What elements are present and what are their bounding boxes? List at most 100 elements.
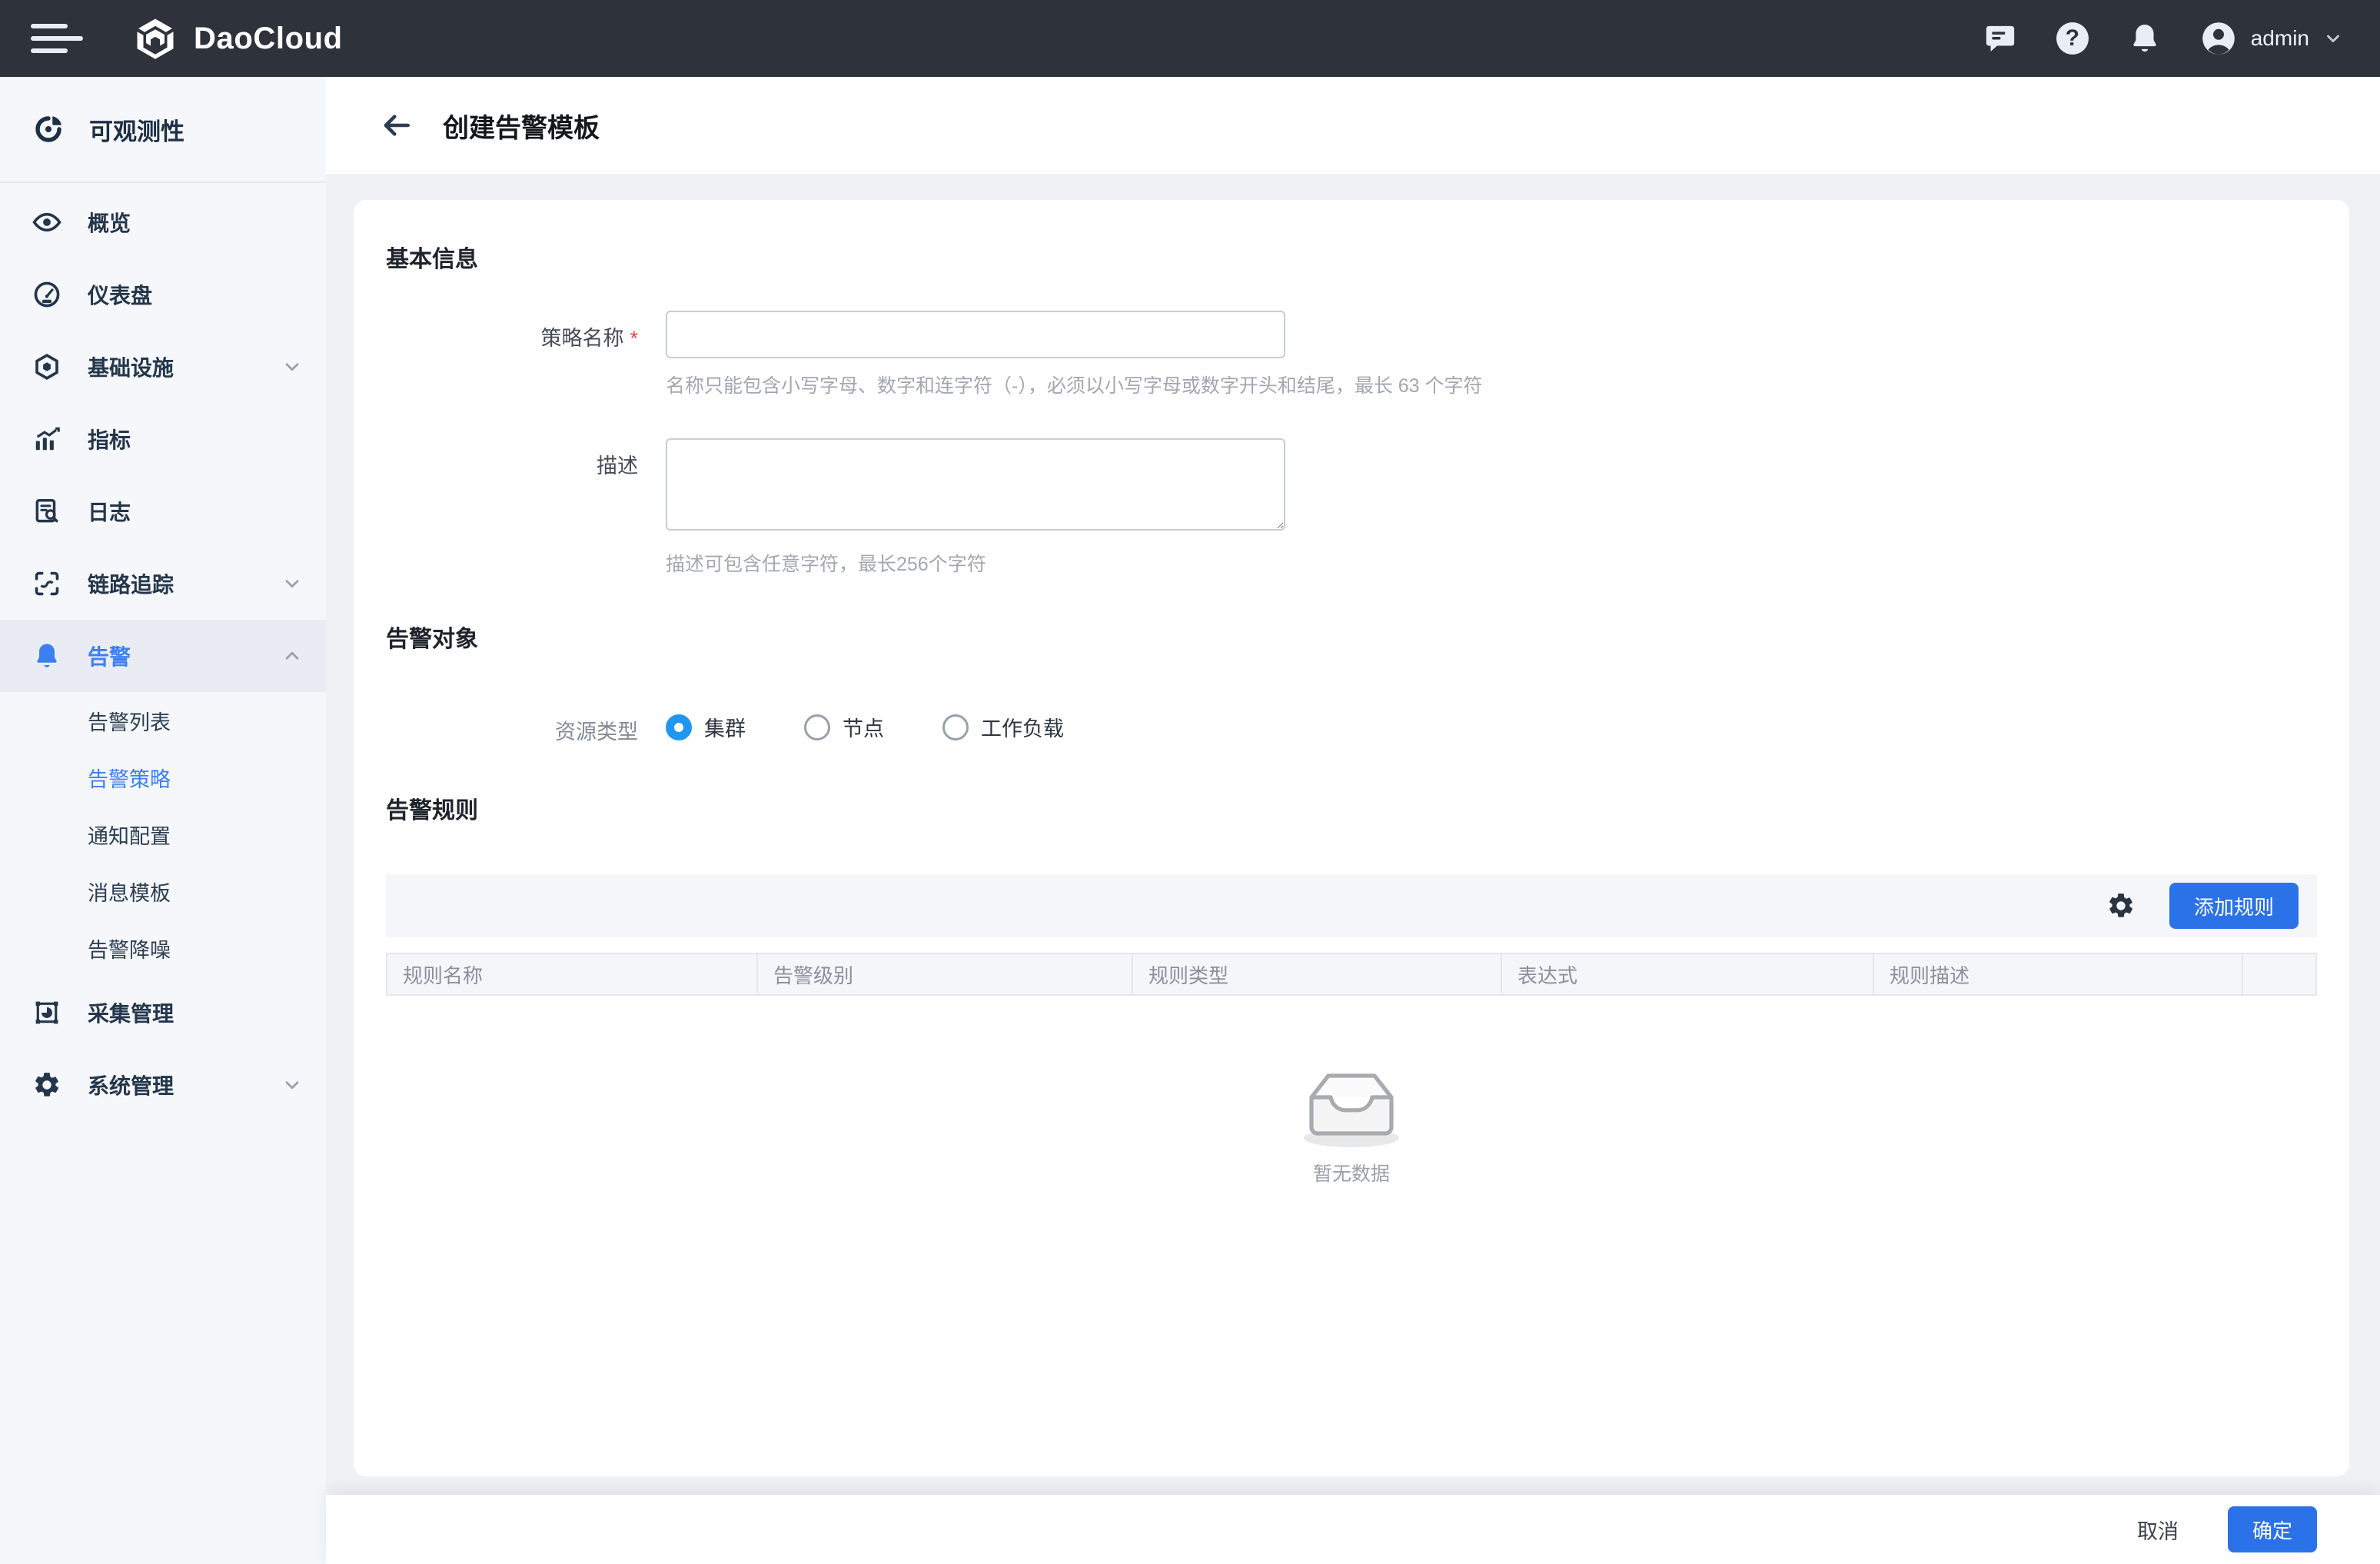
sidebar-subitem-label: 告警策略 [88,763,171,793]
daocloud-cube-icon [132,15,178,62]
sidebar: 可观测性 概览 仪表盘 [0,77,326,1564]
top-bar: DaoCloud ? [0,0,2380,77]
eye-icon [32,208,61,237]
help-icon[interactable]: ? [2056,22,2089,55]
sidebar-subitem-message-template[interactable]: 消息模板 [0,863,326,920]
sidebar-item-label: 采集管理 [88,997,174,1028]
sidebar-item-label: 指标 [88,424,131,454]
description-hint: 描述可包含任意字符，最长256个字符 [666,549,1285,577]
sidebar-subitem-label: 告警列表 [88,706,171,736]
policy-name-hint: 名称只能包含小写字母、数字和连字符（-），必须以小写字母或数字开头和结尾，最长 … [666,371,1483,398]
sidebar-item-logs[interactable]: 日志 [0,475,326,547]
sidebar-item-dashboard[interactable]: 仪表盘 [0,258,326,331]
sidebar-item-label: 基础设施 [88,351,174,382]
sidebar-subitem-alert-list[interactable]: 告警列表 [0,692,326,749]
gauge-icon [32,280,61,309]
product-title: 可观测性 [89,112,184,147]
resource-type-row: 资源类型 集群 节点 工作 [386,701,2317,745]
footer-action-bar: 取消 确定 [326,1495,2380,1564]
hamburger-menu-icon[interactable] [31,16,83,60]
sidebar-subitem-label: 告警降噪 [88,933,171,963]
policy-name-label: 策略名称* [386,311,638,351]
sidebar-subitem-label: 消息模板 [88,877,171,907]
rules-table-header: 规则名称 告警级别 规则类型 表达式 规则描述 [386,953,2317,996]
radio-unselected-icon [804,714,830,740]
user-menu[interactable]: admin [2200,20,2343,57]
sidebar-subitem-notification-config[interactable]: 通知配置 [0,806,326,863]
description-label: 描述 [386,438,638,479]
radio-option-node[interactable]: 节点 [804,712,884,742]
log-search-icon [32,497,61,526]
page-title: 创建告警模板 [443,107,600,145]
user-name: admin [2251,26,2309,51]
column-header-rule-name: 规则名称 [387,954,758,994]
page-header: 创建告警模板 [326,77,2380,174]
sidebar-item-tracing[interactable]: 链路追踪 [0,547,326,620]
hexagon-icon [32,352,61,381]
notification-bell-icon[interactable] [2128,22,2162,55]
bar-chart-icon [32,424,61,454]
brand-name: DaoCloud [194,22,343,56]
column-header-expression: 表达式 [1502,954,1874,994]
sidebar-item-overview[interactable]: 概览 [0,186,326,258]
resource-type-label: 资源类型 [386,701,638,745]
chevron-down-icon [281,573,303,594]
avatar [2200,20,2237,57]
sidebar-item-system[interactable]: 系统管理 [0,1049,326,1121]
column-header-alert-level: 告警级别 [758,954,1133,994]
sidebar-item-label: 系统管理 [88,1070,174,1100]
empty-inbox-icon [1291,1063,1411,1150]
sidebar-item-label: 链路追踪 [88,568,174,599]
required-asterisk: * [630,327,638,350]
empty-state-text: 暂无数据 [1313,1159,1390,1186]
back-arrow-button[interactable] [380,108,414,142]
form-card: 基本信息 策略名称* 名称只能包含小写字母、数字和连字符（-），必须以小写字母或… [354,200,2349,1476]
sidebar-item-metrics[interactable]: 指标 [0,403,326,475]
chevron-down-icon [281,356,303,378]
cancel-button[interactable]: 取消 [2134,1509,2182,1551]
column-header-actions [2243,954,2315,994]
sidebar-item-label: 仪表盘 [88,279,152,310]
description-textarea[interactable] [666,438,1285,531]
sidebar-product-header[interactable]: 可观测性 [0,77,326,181]
app-window: DaoCloud ? [0,0,2380,1564]
radio-unselected-icon [942,714,969,740]
chevron-up-icon [281,645,303,667]
brand-logo[interactable]: DaoCloud [132,15,343,62]
radio-selected-icon [666,714,692,740]
radio-option-cluster[interactable]: 集群 [666,712,746,742]
message-icon[interactable] [1983,22,2017,55]
chevron-down-icon [2323,28,2343,48]
rules-table: 添加规则 规则名称 告警级别 规则类型 表达式 规则描述 [386,874,2317,1186]
sidebar-item-alerts[interactable]: 告警 [0,620,326,692]
radio-option-workload[interactable]: 工作负载 [942,712,1064,742]
sidebar-item-label: 概览 [88,207,131,238]
trace-icon [32,569,61,598]
sidebar-subitem-alert-policy[interactable]: 告警策略 [0,749,326,806]
gear-icon [32,1070,61,1100]
observability-icon [32,113,65,145]
topbar-actions: ? admin [1983,20,2343,57]
resource-type-options: 集群 节点 工作负载 [666,701,1064,742]
policy-name-input[interactable] [666,311,1285,358]
column-header-rule-description: 规则描述 [1874,954,2243,994]
section-title-basic-info: 基本信息 [386,240,2317,274]
sidebar-subitem-alert-silence[interactable]: 告警降噪 [0,920,326,977]
empty-state: 暂无数据 [386,1063,2317,1186]
confirm-button[interactable]: 确定 [2228,1506,2317,1552]
sidebar-subitem-label: 通知配置 [88,820,171,850]
main-area: 创建告警模板 基本信息 策略名称* 名称只能包含小写字母、数字和连字符（-），必… [326,77,2380,1564]
policy-name-row: 策略名称* 名称只能包含小写字母、数字和连字符（-），必须以小写字母或数字开头和… [386,311,2317,398]
collection-icon [32,998,61,1027]
sidebar-nav: 概览 仪表盘 基础设施 [0,183,326,1121]
content-scroll-area: 基本信息 策略名称* 名称只能包含小写字母、数字和连字符（-），必须以小写字母或… [326,174,2380,1495]
sidebar-item-collection[interactable]: 采集管理 [0,977,326,1049]
sidebar-item-label: 日志 [88,496,131,527]
section-title-alert-target: 告警对象 [386,620,2317,654]
section-title-alert-rules: 告警规则 [386,791,2317,825]
add-rule-button[interactable]: 添加规则 [2169,883,2299,929]
sidebar-item-label: 告警 [88,641,131,671]
sidebar-item-infrastructure[interactable]: 基础设施 [0,331,326,403]
column-settings-gear-icon[interactable] [2106,891,2136,920]
rules-table-toolbar: 添加规则 [386,874,2317,937]
